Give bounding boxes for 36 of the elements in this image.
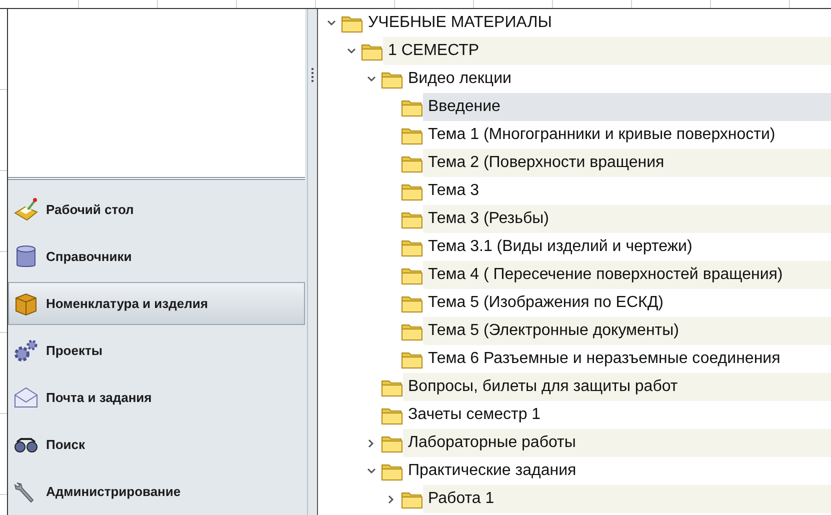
chevron-right-icon[interactable] [388,494,394,504]
chevron-down-icon[interactable] [366,76,376,82]
tree-item[interactable]: Тема 2 (Поверхности вращения [423,149,831,177]
box-icon [13,290,39,316]
desk-pad-icon [13,196,39,222]
tree-item[interactable]: Лабораторные работы [403,429,831,457]
nav-item[interactable]: Рабочий стол [8,188,305,231]
tree-item[interactable]: Тема 5 (Изображения по ЕСКД) [423,289,831,317]
tree-item[interactable]: 1 СЕМЕСТР [383,37,831,65]
tree-item[interactable]: Тема 6 Разъемные и неразъемные соединения [423,345,831,373]
nav-item[interactable]: Справочники [8,235,305,278]
tree-item[interactable]: Видео лекции [403,65,831,93]
tree-item[interactable]: Работа 1 [423,485,831,513]
tree-item[interactable]: Тема 4 ( Пересечение поверхностей вращения) [423,261,831,289]
envelope-icon [13,384,39,410]
tree-item[interactable]: Тема 3.1 (Виды изделий и чертежи) [423,233,831,261]
nav-item[interactable]: Номенклатура и изделия [8,282,305,325]
nav-item[interactable]: Проекты [8,329,305,372]
tree-item[interactable]: Тема 5 (Электронные документы) [423,317,831,345]
tree-item[interactable]: Тема 3 [423,177,831,205]
chevron-right-icon[interactable] [368,438,374,448]
chevron-down-icon[interactable] [326,20,336,26]
chevron-down-icon[interactable] [366,468,376,474]
tree-item[interactable]: УЧЕБНЫЕ МАТЕРИАЛЫ [363,9,831,37]
tree-item[interactable]: Зачеты семестр 1 [403,401,831,429]
tree-item[interactable]: Вопросы, билеты для защиты работ [403,373,831,401]
nav-item[interactable]: Поиск [8,423,305,466]
tree-item[interactable]: Практические задания [403,457,831,485]
splitter-grip-icon[interactable] [311,67,314,82]
nav-item[interactable]: Администрирование [8,470,305,513]
gears-icon [13,338,39,364]
tree-item[interactable]: Тема 1 (Многогранники и кривые поверхности) [423,121,831,149]
chevron-down-icon[interactable] [346,48,356,54]
tree-item[interactable]: Тема 3 (Резьбы) [423,205,831,233]
tree-item[interactable]: Введение [423,93,831,121]
nav-item[interactable]: Почта и задания [8,376,305,419]
